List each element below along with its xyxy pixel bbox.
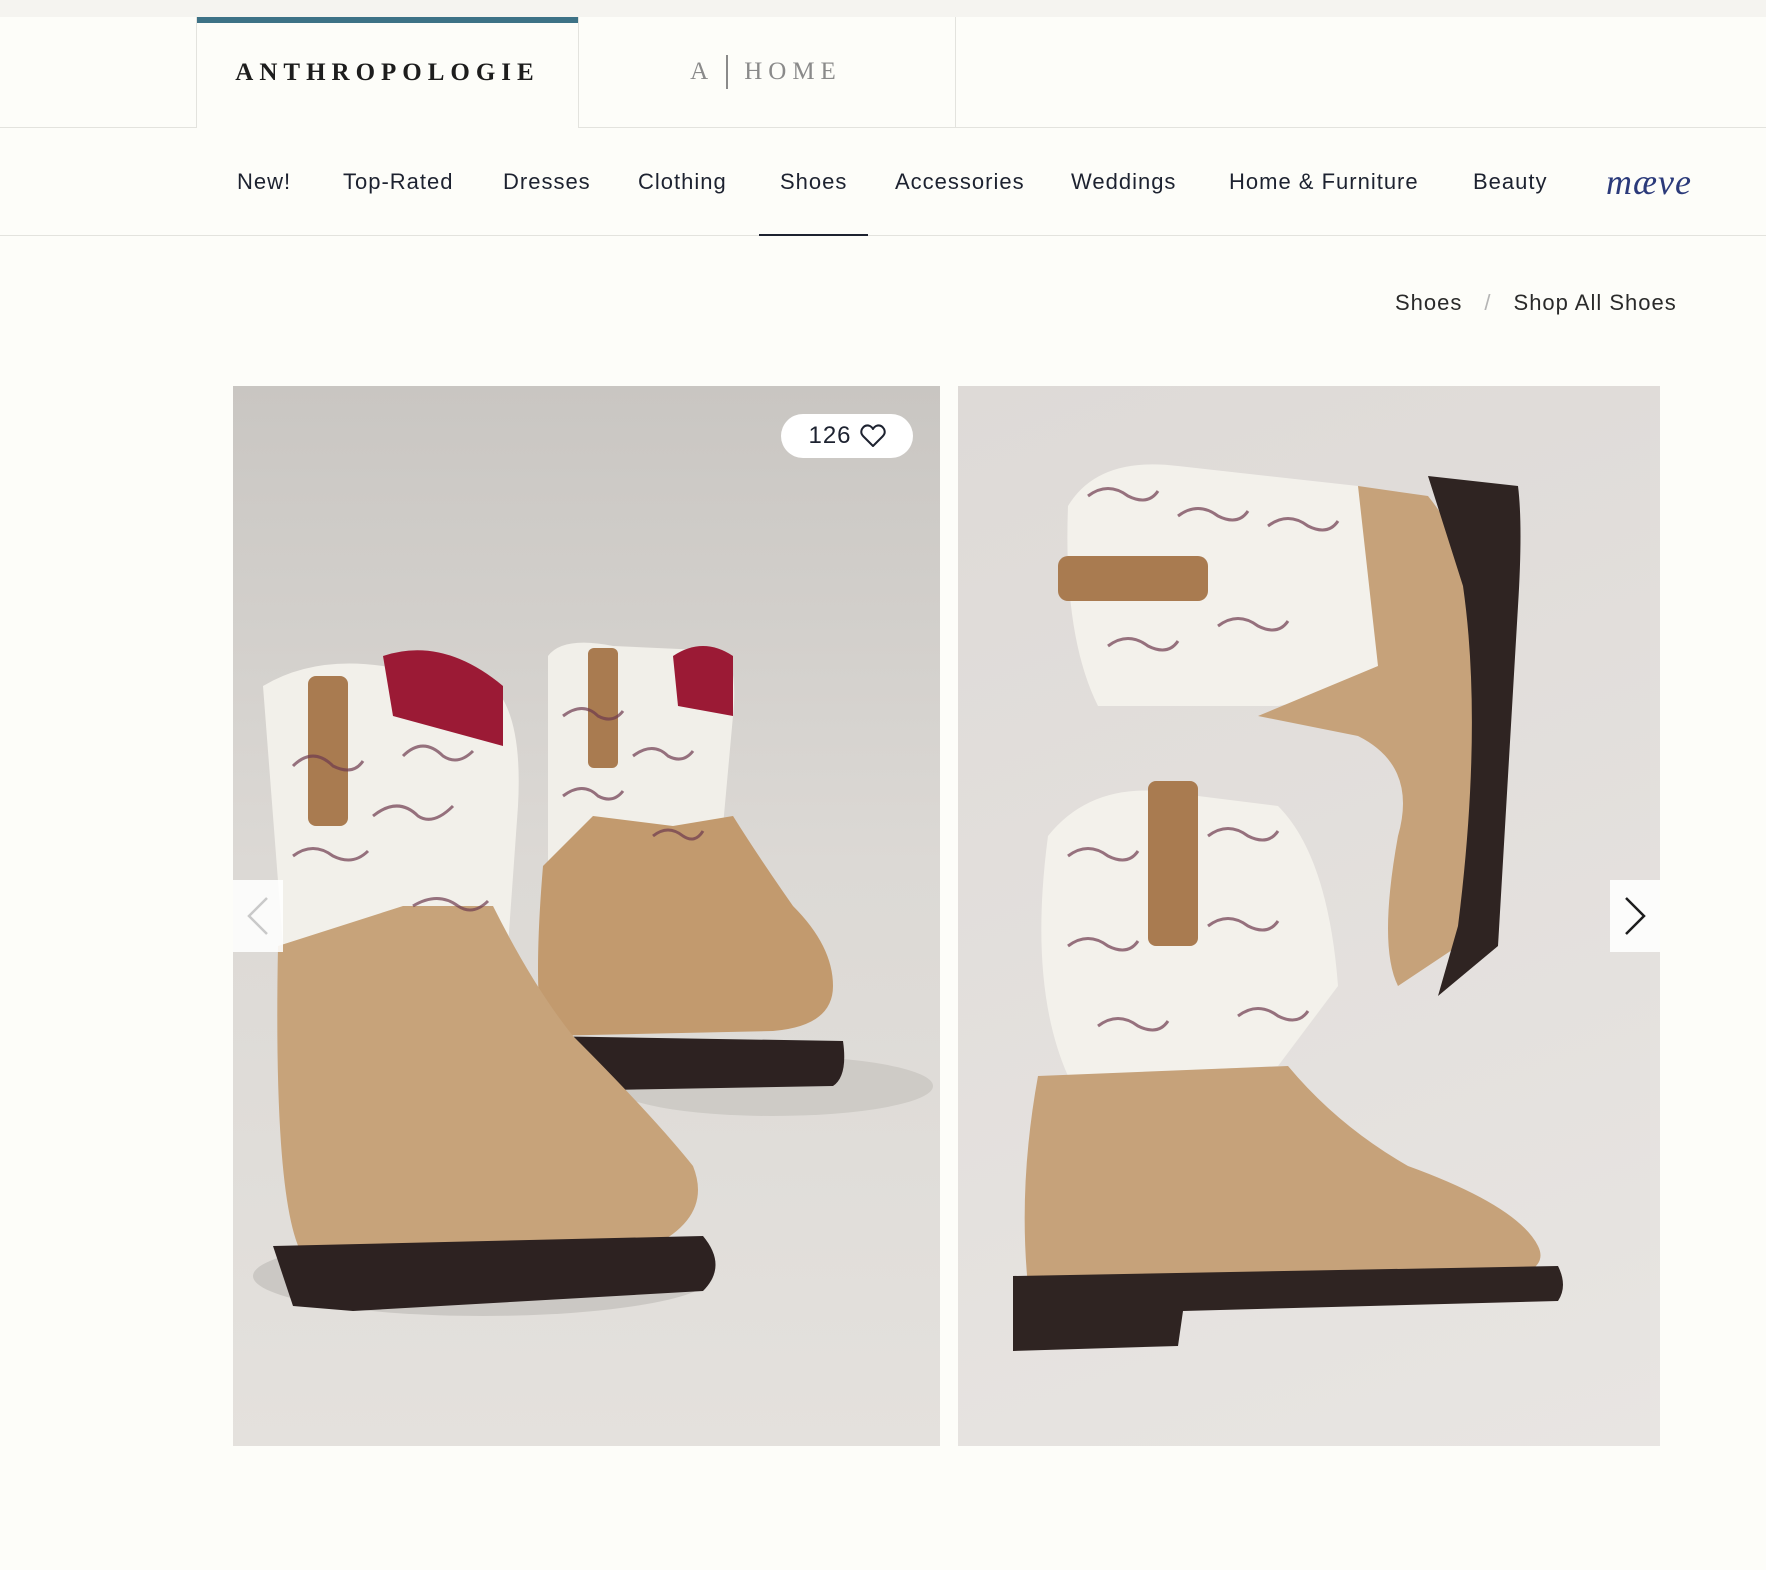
- chevron-left-icon: [247, 897, 268, 935]
- breadcrumb-separator: /: [1484, 290, 1492, 315]
- breadcrumb-shoes[interactable]: Shoes: [1395, 290, 1462, 316]
- product-image-2[interactable]: [958, 386, 1660, 1446]
- top-strip: [0, 0, 1766, 17]
- boots-angled-illustration: [253, 642, 933, 1316]
- nav-item-clothing[interactable]: Clothing: [638, 128, 727, 235]
- breadcrumb: Shoes / Shop All Shoes: [1395, 290, 1677, 316]
- nav-item-accessories[interactable]: Accessories: [895, 128, 1025, 235]
- nav-item-home-furniture[interactable]: Home & Furniture: [1229, 128, 1419, 235]
- brand-bar: ANTHROPOLOGIE A HOME: [0, 17, 1766, 128]
- boots-flat-illustration: [1013, 464, 1563, 1351]
- nav-item-beauty[interactable]: Beauty: [1473, 128, 1548, 235]
- maeve-logo-link[interactable]: mæve: [1606, 128, 1692, 235]
- nav-item-new[interactable]: New!: [237, 128, 291, 235]
- nav-item-shoes[interactable]: Shoes: [758, 128, 869, 236]
- gallery-next-button[interactable]: [1610, 880, 1660, 952]
- heart-icon: [859, 424, 886, 447]
- nav-item-top-rated[interactable]: Top-Rated: [343, 128, 454, 235]
- like-button[interactable]: 126: [781, 414, 913, 458]
- home-logo-a: A: [690, 58, 715, 85]
- chevron-right-icon: [1625, 897, 1646, 935]
- like-count: 126: [808, 422, 852, 449]
- gallery-prev-button[interactable]: [233, 880, 283, 952]
- home-logo: A HOME: [690, 55, 842, 89]
- nav-item-weddings[interactable]: Weddings: [1071, 128, 1176, 235]
- brand-tab-home[interactable]: A HOME: [577, 17, 956, 127]
- nav-item-dresses[interactable]: Dresses: [503, 128, 591, 235]
- home-logo-word: HOME: [744, 58, 842, 85]
- breadcrumb-shop-all-shoes[interactable]: Shop All Shoes: [1514, 290, 1677, 316]
- brand-tab-anthropologie[interactable]: ANTHROPOLOGIE: [196, 17, 579, 128]
- home-logo-divider: [726, 55, 729, 89]
- category-nav: New! Top-Rated Dresses Clothing Shoes Ac…: [0, 128, 1766, 236]
- anthropologie-logo: ANTHROPOLOGIE: [235, 58, 540, 86]
- product-image-1[interactable]: [233, 386, 940, 1446]
